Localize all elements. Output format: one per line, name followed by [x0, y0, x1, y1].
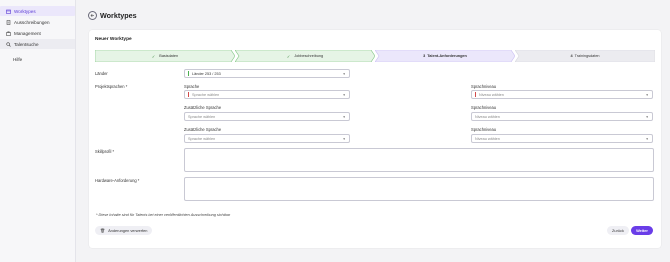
additional-level-select-2[interactable]: Niveau wählen ▾ — [471, 134, 653, 143]
level-label: Sprachniveau — [471, 84, 497, 89]
language-placeholder: Sprache wählen — [188, 136, 216, 141]
form-card: Neuer Worktype ✓ Basisdaten ✓ Jobbeschreib… — [89, 30, 661, 248]
visibility-note: * Diese Inhalte sind für Talents bei ein… — [96, 213, 231, 217]
countries-select[interactable]: Länder 253 / 253 ▾ — [184, 69, 350, 78]
hardware-textarea[interactable] — [184, 177, 654, 201]
page-header: Worktypes — [88, 11, 137, 20]
sidebar-item-label: Talentsuche — [14, 41, 39, 47]
sidebar-help-link[interactable]: Hilfe — [13, 57, 22, 62]
additional-language-select-1[interactable]: Sprache wählen ▾ — [184, 112, 350, 121]
step-label: Basisdaten — [159, 54, 179, 58]
sidebar-item-label: Management — [14, 30, 41, 36]
chevron-down-icon: ▾ — [343, 137, 345, 141]
page-title: Worktypes — [100, 11, 137, 20]
step-label: Trainingsdaten — [574, 54, 600, 58]
sidebar-item-ausschreibungen[interactable]: Ausschreibungen — [0, 17, 75, 27]
check-icon: ✓ — [151, 53, 156, 59]
sidebar-item-management[interactable]: Management — [0, 28, 75, 38]
worktypes-icon — [6, 9, 11, 14]
countries-value: Länder 253 / 253 — [192, 71, 221, 76]
level-label: Sprachniveau — [471, 105, 497, 110]
next-button[interactable]: Weiter — [631, 226, 653, 235]
step-label: Jobbeschreibung — [294, 54, 324, 58]
language-label: Sprache — [184, 84, 200, 89]
language-placeholder: Sprache wählen — [188, 114, 216, 119]
chevron-down-icon: ▾ — [343, 93, 345, 97]
trash-icon: 🗑 — [100, 228, 106, 233]
discard-label: Änderungen verwerfen — [108, 228, 148, 233]
additional-level-select-1[interactable]: Niveau wählen ▾ — [471, 112, 653, 121]
step-number: 4 — [570, 54, 573, 58]
project-languages-label: Projektsprachen * — [95, 84, 128, 89]
language-select[interactable]: Sprache wählen ▾ — [184, 90, 350, 99]
document-icon — [6, 19, 11, 25]
level-label: Sprachniveau — [471, 127, 497, 132]
sidebar-item-label: Worktypes — [14, 8, 36, 14]
step-number: 3 — [423, 54, 426, 58]
stepper: ✓ Basisdaten ✓ Jobbeschreibung 3 Talent-Anf… — [95, 50, 655, 62]
additional-language-label: Zusätzliche Sprache — [184, 127, 222, 132]
language-placeholder: Sprache wählen — [192, 92, 220, 97]
skillprofile-textarea[interactable] — [184, 148, 654, 172]
chevron-down-icon: ▾ — [646, 137, 648, 141]
briefcase-icon — [6, 31, 11, 36]
step-trainingsdaten[interactable]: 4 Trainingsdaten — [515, 50, 655, 62]
level-select[interactable]: Niveau wählen ▾ — [471, 90, 653, 99]
countries-label: Länder — [95, 71, 108, 76]
step-basisdaten[interactable]: ✓ Basisdaten — [95, 50, 235, 62]
step-jobbeschreibung[interactable]: ✓ Jobbeschreibung — [235, 50, 375, 62]
additional-language-label: Zusätzliche Sprache — [184, 105, 222, 110]
level-placeholder: Niveau wählen — [475, 136, 500, 141]
sidebar-item-label: Ausschreibungen — [14, 19, 50, 25]
check-icon: ✓ — [286, 53, 291, 59]
chevron-down-icon: ▾ — [343, 115, 345, 119]
skillprofile-label: Skillprofil * — [95, 149, 115, 154]
search-icon — [6, 41, 11, 47]
chevron-down-icon: ▾ — [646, 93, 648, 97]
additional-language-select-2[interactable]: Sprache wählen ▾ — [184, 134, 350, 143]
chevron-down-icon: ▾ — [343, 72, 345, 76]
sidebar-item-worktypes[interactable]: Worktypes — [0, 6, 75, 16]
back-step-button[interactable]: Zurück — [607, 226, 629, 235]
sidebar-item-talentsuche[interactable]: Talentsuche — [0, 39, 75, 49]
level-placeholder: Niveau wählen — [479, 92, 504, 97]
sidebar: Worktypes Ausschreibungen Management Tal… — [0, 0, 76, 262]
step-label: Talent-Anforderungen — [427, 54, 467, 58]
form-title: Neuer Worktype — [95, 37, 132, 42]
back-button[interactable] — [88, 11, 97, 20]
chevron-down-icon: ▾ — [646, 115, 648, 119]
level-placeholder: Niveau wählen — [475, 114, 500, 119]
step-talent-anforderungen[interactable]: 3 Talent-Anforderungen — [375, 50, 515, 62]
discard-changes-button[interactable]: 🗑 Änderungen verwerfen — [95, 226, 153, 235]
hardware-label: Hardware-Anforderung * — [95, 178, 140, 183]
arrow-left-icon — [90, 14, 94, 17]
